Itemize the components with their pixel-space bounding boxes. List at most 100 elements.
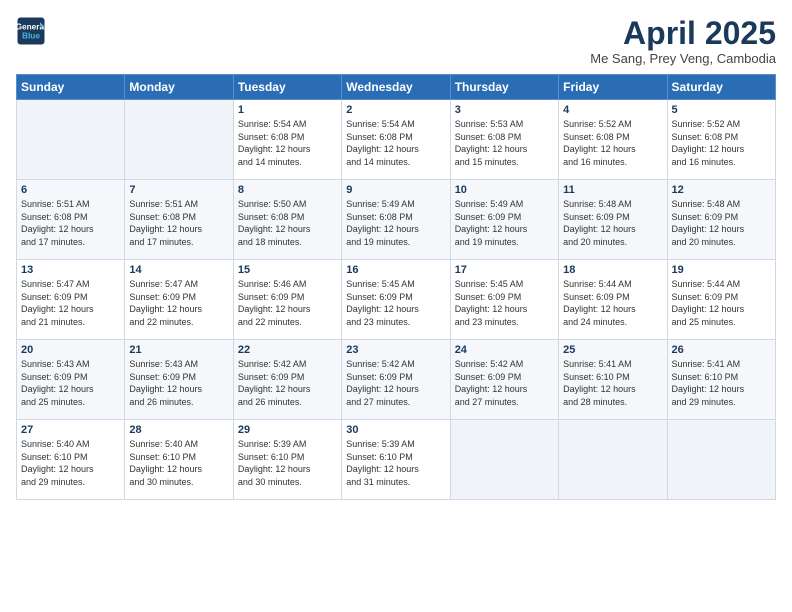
- day-detail: Sunrise: 5:50 AM Sunset: 6:08 PM Dayligh…: [238, 198, 337, 248]
- day-number: 15: [238, 264, 337, 276]
- day-detail: Sunrise: 5:40 AM Sunset: 6:10 PM Dayligh…: [21, 438, 120, 488]
- day-detail: Sunrise: 5:47 AM Sunset: 6:09 PM Dayligh…: [129, 278, 228, 328]
- day-number: 20: [21, 344, 120, 356]
- day-cell: 25 Sunrise: 5:41 AM Sunset: 6:10 PM Dayli…: [559, 340, 667, 420]
- day-detail: Sunrise: 5:49 AM Sunset: 6:08 PM Dayligh…: [346, 198, 445, 248]
- day-cell: 17 Sunrise: 5:45 AM Sunset: 6:09 PM Dayli…: [450, 260, 558, 340]
- day-detail: Sunrise: 5:41 AM Sunset: 6:10 PM Dayligh…: [563, 358, 662, 408]
- day-cell: 10Sunrise: 5:49 AM Sunset: 6:09 PM Dayli…: [450, 180, 558, 260]
- day-cell: 3 Sunrise: 5:53 AM Sunset: 6:08 PM Daylig…: [450, 100, 558, 180]
- calendar-body: 1 Sunrise: 5:54 AM Sunset: 6:08 PM Daylig…: [17, 100, 776, 500]
- day-cell: 4Sunrise: 5:52 AM Sunset: 6:08 PM Daylig…: [559, 100, 667, 180]
- day-detail: Sunrise: 5:44 AM Sunset: 6:09 PM Dayligh…: [563, 278, 662, 328]
- day-number: 17: [455, 264, 554, 276]
- logo-icon: General Blue: [16, 16, 46, 46]
- day-cell: 6 Sunrise: 5:51 AM Sunset: 6:08 PM Daylig…: [17, 180, 125, 260]
- logo: General Blue: [16, 16, 46, 46]
- day-number: 6: [21, 184, 120, 196]
- day-number: 21: [129, 344, 228, 356]
- day-number: 26: [672, 344, 771, 356]
- day-number: 2: [346, 104, 445, 116]
- day-detail: Sunrise: 5:44 AM Sunset: 6:09 PM Dayligh…: [672, 278, 771, 328]
- day-detail: Sunrise: 5:49 AM Sunset: 6:09 PM Dayligh…: [455, 198, 554, 248]
- day-cell: 21 Sunrise: 5:43 AM Sunset: 6:09 PM Dayli…: [125, 340, 233, 420]
- day-detail: Sunrise: 5:39 AM Sunset: 6:10 PM Dayligh…: [346, 438, 445, 488]
- day-detail: Sunrise: 5:43 AM Sunset: 6:09 PM Dayligh…: [129, 358, 228, 408]
- day-detail: Sunrise: 5:43 AM Sunset: 6:09 PM Dayligh…: [21, 358, 120, 408]
- day-detail: Sunrise: 5:53 AM Sunset: 6:08 PM Dayligh…: [455, 118, 554, 168]
- day-detail: Sunrise: 5:52 AM Sunset: 6:08 PM Dayligh…: [672, 118, 771, 168]
- col-friday: Friday: [559, 75, 667, 100]
- day-number: 29: [238, 424, 337, 436]
- col-saturday: Saturday: [667, 75, 775, 100]
- col-monday: Monday: [125, 75, 233, 100]
- week-row-4: 20 Sunrise: 5:43 AM Sunset: 6:09 PM Dayli…: [17, 340, 776, 420]
- day-number: 9: [346, 184, 445, 196]
- day-cell: 5 Sunrise: 5:52 AM Sunset: 6:08 PM Daylig…: [667, 100, 775, 180]
- day-detail: Sunrise: 5:47 AM Sunset: 6:09 PM Dayligh…: [21, 278, 120, 328]
- day-cell: 14Sunrise: 5:47 AM Sunset: 6:09 PM Dayli…: [125, 260, 233, 340]
- day-cell: 9 Sunrise: 5:49 AM Sunset: 6:08 PM Daylig…: [342, 180, 450, 260]
- day-cell: 8 Sunrise: 5:50 AM Sunset: 6:08 PM Daylig…: [233, 180, 341, 260]
- day-cell: 15 Sunrise: 5:46 AM Sunset: 6:09 PM Dayli…: [233, 260, 341, 340]
- day-cell: 30 Sunrise: 5:39 AM Sunset: 6:10 PM Dayli…: [342, 420, 450, 500]
- day-cell: 12Sunrise: 5:48 AM Sunset: 6:09 PM Dayli…: [667, 180, 775, 260]
- header: General Blue April 2025 Me Sang, Prey Ve…: [16, 16, 776, 66]
- calendar-page: General Blue April 2025 Me Sang, Prey Ve…: [0, 0, 792, 612]
- day-detail: Sunrise: 5:51 AM Sunset: 6:08 PM Dayligh…: [21, 198, 120, 248]
- title-block: April 2025 Me Sang, Prey Veng, Cambodia: [590, 16, 776, 66]
- day-cell: [450, 420, 558, 500]
- day-cell: 23 Sunrise: 5:42 AM Sunset: 6:09 PM Dayli…: [342, 340, 450, 420]
- day-number: 24: [455, 344, 554, 356]
- day-number: 18: [563, 264, 662, 276]
- day-number: 16: [346, 264, 445, 276]
- week-row-5: 27Sunrise: 5:40 AM Sunset: 6:10 PM Dayli…: [17, 420, 776, 500]
- calendar-header: Sunday Monday Tuesday Wednesday Thursday…: [17, 75, 776, 100]
- day-number: 5: [672, 104, 771, 116]
- day-number: 19: [672, 264, 771, 276]
- day-number: 8: [238, 184, 337, 196]
- day-number: 28: [129, 424, 228, 436]
- svg-text:Blue: Blue: [22, 32, 40, 41]
- day-cell: 24 Sunrise: 5:42 AM Sunset: 6:09 PM Dayli…: [450, 340, 558, 420]
- day-detail: Sunrise: 5:54 AM Sunset: 6:08 PM Dayligh…: [238, 118, 337, 168]
- day-cell: 18 Sunrise: 5:44 AM Sunset: 6:09 PM Dayli…: [559, 260, 667, 340]
- day-detail: Sunrise: 5:42 AM Sunset: 6:09 PM Dayligh…: [455, 358, 554, 408]
- day-number: 3: [455, 104, 554, 116]
- day-detail: Sunrise: 5:52 AM Sunset: 6:08 PM Dayligh…: [563, 118, 662, 168]
- day-number: 30: [346, 424, 445, 436]
- day-cell: 22 Sunrise: 5:42 AM Sunset: 6:09 PM Dayli…: [233, 340, 341, 420]
- day-detail: Sunrise: 5:41 AM Sunset: 6:10 PM Dayligh…: [672, 358, 771, 408]
- day-number: 1: [238, 104, 337, 116]
- day-cell: 2Sunrise: 5:54 AM Sunset: 6:08 PM Daylig…: [342, 100, 450, 180]
- day-cell: [125, 100, 233, 180]
- day-detail: Sunrise: 5:45 AM Sunset: 6:09 PM Dayligh…: [455, 278, 554, 328]
- day-detail: Sunrise: 5:39 AM Sunset: 6:10 PM Dayligh…: [238, 438, 337, 488]
- day-number: 7: [129, 184, 228, 196]
- week-row-3: 13Sunrise: 5:47 AM Sunset: 6:09 PM Dayli…: [17, 260, 776, 340]
- day-cell: 13Sunrise: 5:47 AM Sunset: 6:09 PM Dayli…: [17, 260, 125, 340]
- day-cell: [17, 100, 125, 180]
- col-wednesday: Wednesday: [342, 75, 450, 100]
- day-detail: Sunrise: 5:42 AM Sunset: 6:09 PM Dayligh…: [346, 358, 445, 408]
- day-number: 23: [346, 344, 445, 356]
- calendar-table: Sunday Monday Tuesday Wednesday Thursday…: [16, 74, 776, 500]
- day-detail: Sunrise: 5:48 AM Sunset: 6:09 PM Dayligh…: [563, 198, 662, 248]
- day-cell: 26 Sunrise: 5:41 AM Sunset: 6:10 PM Dayli…: [667, 340, 775, 420]
- day-detail: Sunrise: 5:46 AM Sunset: 6:09 PM Dayligh…: [238, 278, 337, 328]
- day-number: 22: [238, 344, 337, 356]
- day-cell: 28Sunrise: 5:40 AM Sunset: 6:10 PM Dayli…: [125, 420, 233, 500]
- day-cell: 1 Sunrise: 5:54 AM Sunset: 6:08 PM Daylig…: [233, 100, 341, 180]
- day-detail: Sunrise: 5:42 AM Sunset: 6:09 PM Dayligh…: [238, 358, 337, 408]
- day-detail: Sunrise: 5:48 AM Sunset: 6:09 PM Dayligh…: [672, 198, 771, 248]
- day-cell: 7 Sunrise: 5:51 AM Sunset: 6:08 PM Daylig…: [125, 180, 233, 260]
- day-number: 25: [563, 344, 662, 356]
- header-row: Sunday Monday Tuesday Wednesday Thursday…: [17, 75, 776, 100]
- day-detail: Sunrise: 5:51 AM Sunset: 6:08 PM Dayligh…: [129, 198, 228, 248]
- week-row-1: 1 Sunrise: 5:54 AM Sunset: 6:08 PM Daylig…: [17, 100, 776, 180]
- week-row-2: 6 Sunrise: 5:51 AM Sunset: 6:08 PM Daylig…: [17, 180, 776, 260]
- day-detail: Sunrise: 5:45 AM Sunset: 6:09 PM Dayligh…: [346, 278, 445, 328]
- day-cell: 19 Sunrise: 5:44 AM Sunset: 6:09 PM Dayli…: [667, 260, 775, 340]
- col-tuesday: Tuesday: [233, 75, 341, 100]
- day-cell: 11Sunrise: 5:48 AM Sunset: 6:09 PM Dayli…: [559, 180, 667, 260]
